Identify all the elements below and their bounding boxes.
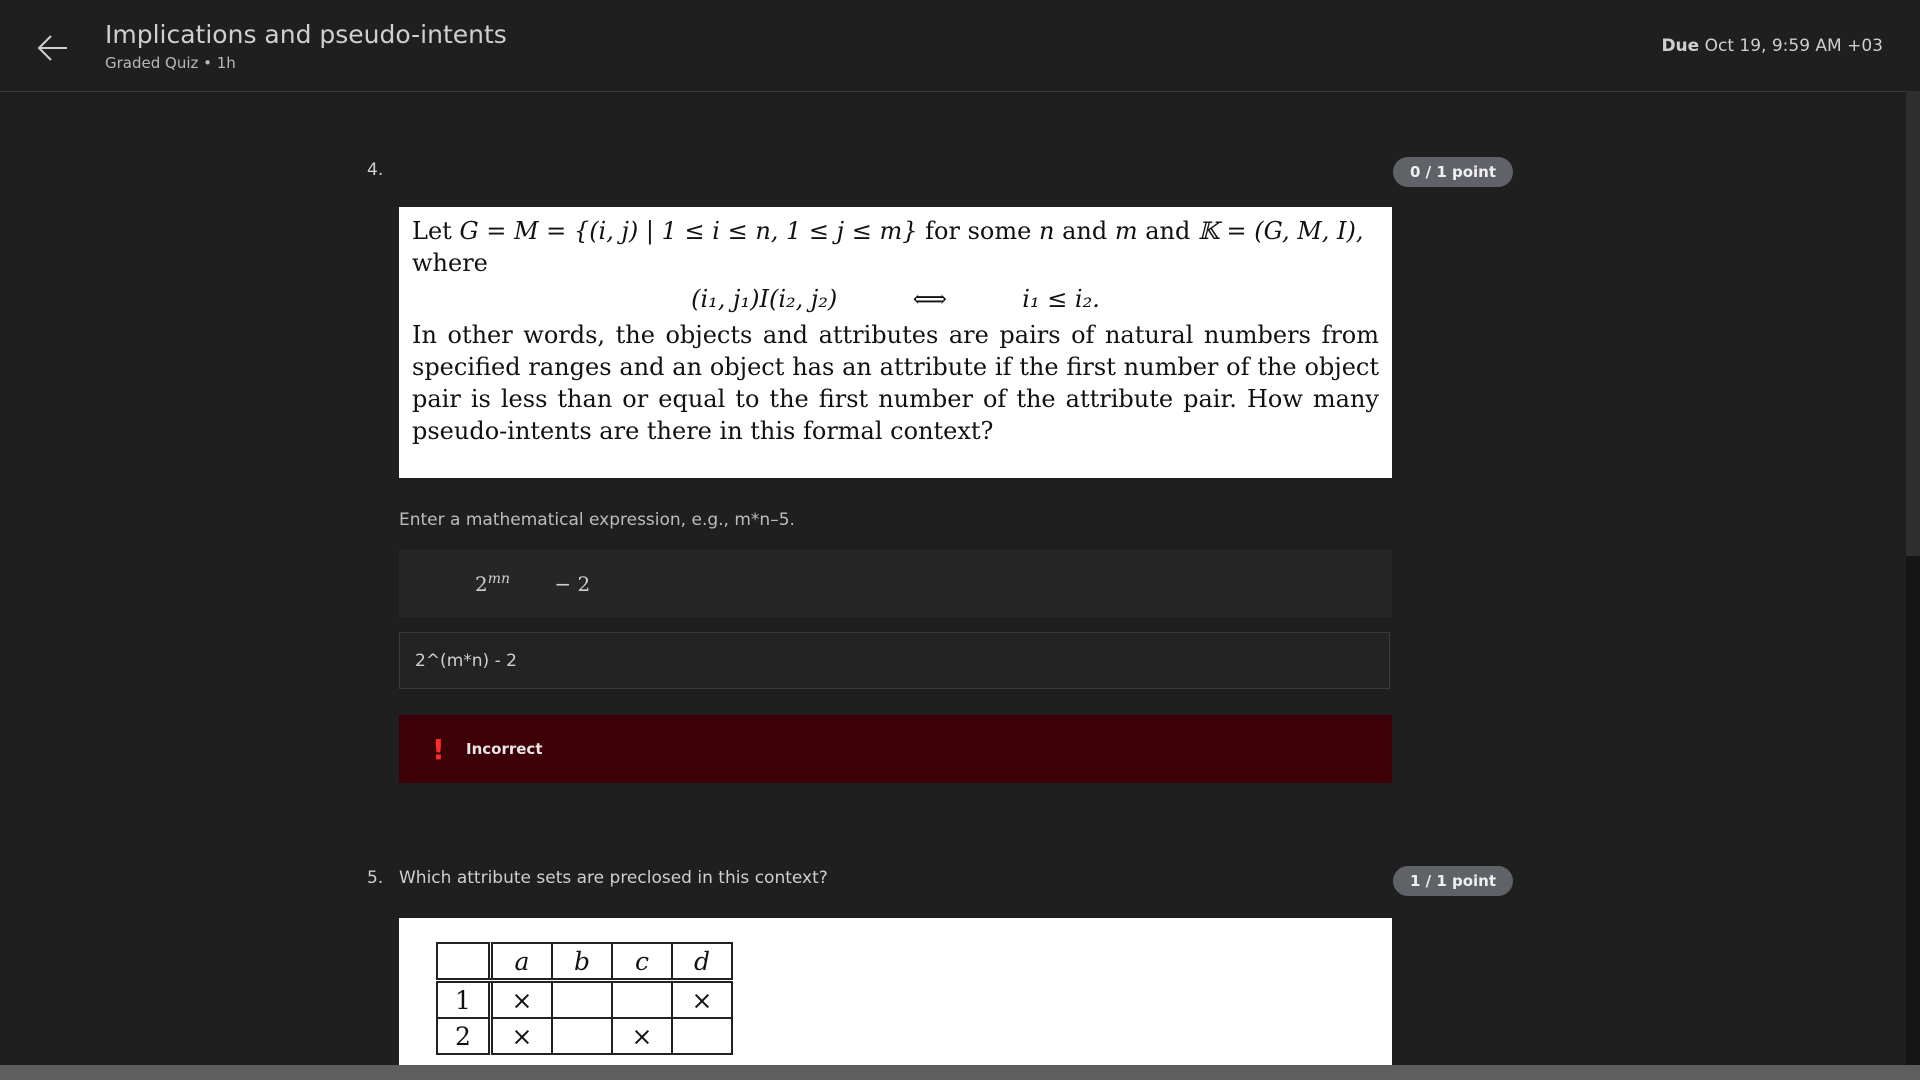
horizontal-scrollbar[interactable] xyxy=(0,1065,1920,1080)
feedback-incorrect: ! Incorrect xyxy=(399,715,1392,783)
question-5-number: 5. xyxy=(367,868,384,888)
statement-where: where xyxy=(412,249,488,277)
relation-formula: (i₁, j₁)I(i₂, j₂) ⟺ i₁ ≤ i₂. xyxy=(691,285,1100,313)
page-subtitle: Graded Quiz • 1h xyxy=(105,54,236,72)
due-value: Oct 19, 9:59 AM +03 xyxy=(1704,36,1883,56)
answer-hint: Enter a mathematical expression, e.g., m… xyxy=(399,510,795,530)
question-5-points-badge: 1 / 1 point xyxy=(1393,866,1513,896)
due-label: Due xyxy=(1661,36,1700,56)
question-5-statement: a b c d 1 × × 2 × × xyxy=(399,918,1392,1065)
table-cell: b xyxy=(551,942,613,983)
formal-context-table: a b c d 1 × × 2 × × xyxy=(436,942,733,1055)
table-row: 2 × × xyxy=(436,1017,733,1055)
table-cell: c xyxy=(611,942,673,983)
due-date: Due Oct 19, 9:59 AM +03 xyxy=(1661,36,1883,56)
table-cell: × xyxy=(488,979,553,1019)
table-row: 1 × × xyxy=(436,979,733,1019)
table-cell: 2 xyxy=(436,1017,492,1055)
table-cell xyxy=(551,1017,613,1055)
exclamation-icon: ! xyxy=(432,732,445,766)
question-5-text: Which attribute sets are preclosed in th… xyxy=(399,868,828,888)
math-preview: 2mn − 2 xyxy=(399,550,1392,617)
table-cell: d xyxy=(671,942,733,983)
table-cell: × xyxy=(611,1017,673,1055)
scrollbar-thumb[interactable] xyxy=(1906,91,1920,556)
question-4-number: 4. xyxy=(367,160,384,180)
table-cell: a xyxy=(488,942,553,983)
table-cell xyxy=(436,942,492,983)
top-bar: Implications and pseudo-intents Graded Q… xyxy=(0,0,1920,92)
vertical-scrollbar[interactable] xyxy=(1906,91,1920,1066)
feedback-label: Incorrect xyxy=(466,740,543,758)
back-button[interactable] xyxy=(33,28,73,68)
table-cell xyxy=(551,979,613,1019)
table-cell: 1 xyxy=(436,979,492,1019)
statement-paragraph: In other words, the objects and attribut… xyxy=(412,321,1379,445)
statement-line-1: Let G = M = {(i, j) | 1 ≤ i ≤ n, 1 ≤ j ≤… xyxy=(412,217,1364,245)
answer-input[interactable]: 2^(m*n) - 2 xyxy=(399,632,1390,689)
question-4-points-badge: 0 / 1 point xyxy=(1393,157,1513,187)
table-cell xyxy=(611,979,673,1019)
table-cell: × xyxy=(488,1017,553,1055)
table-cell: × xyxy=(671,979,733,1019)
table-cell xyxy=(671,1017,733,1055)
question-4-statement: Let G = M = {(i, j) | 1 ≤ i ≤ n, 1 ≤ j ≤… xyxy=(399,207,1392,478)
table-header-row: a b c d xyxy=(436,942,733,983)
page-title: Implications and pseudo-intents xyxy=(105,20,507,49)
arrow-left-icon xyxy=(37,35,67,61)
